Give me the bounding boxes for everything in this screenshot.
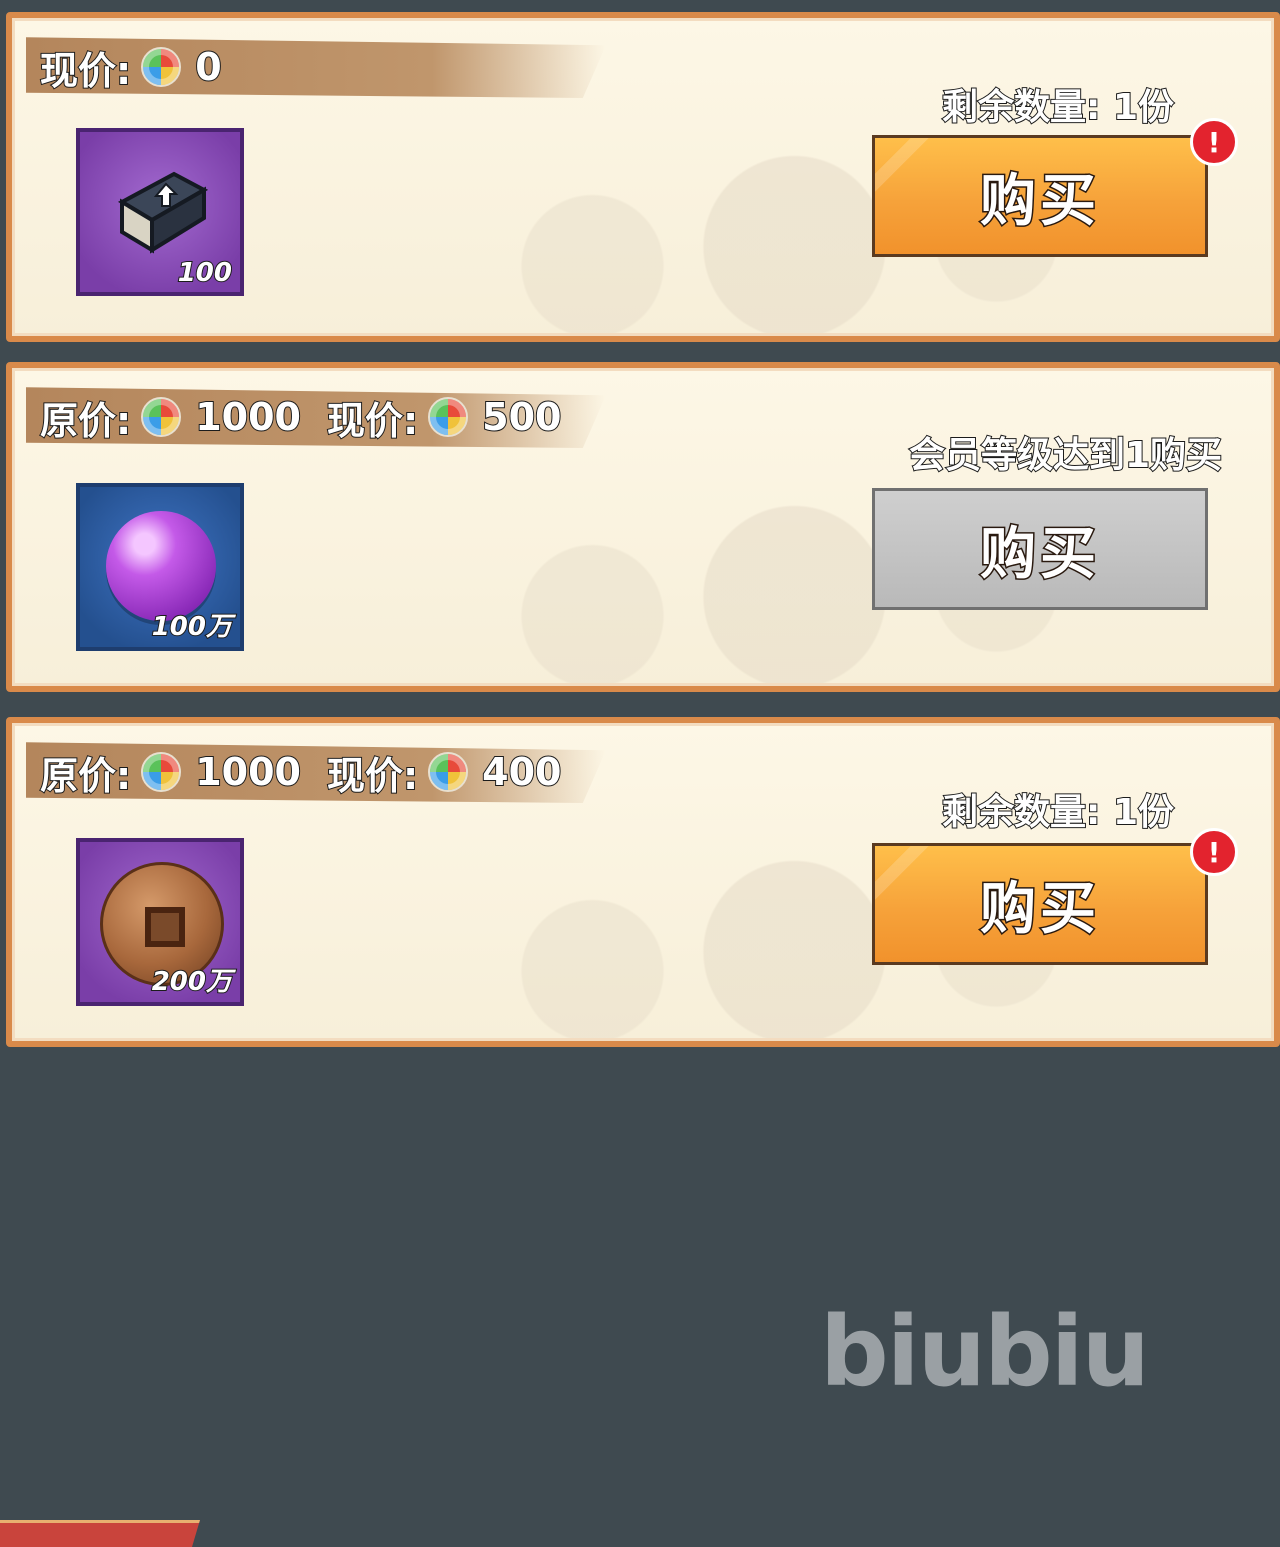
shop-item-card-1: 现价: 0 100 剩余数量: 1份 购买 ! bbox=[6, 12, 1280, 342]
remaining-stock: 剩余数量: 1份 bbox=[941, 791, 1175, 834]
gem-currency-icon bbox=[428, 752, 469, 792]
current-price-label: 现价: bbox=[326, 753, 419, 799]
exp-book-icon bbox=[117, 171, 209, 254]
current-price-value: 500 bbox=[481, 394, 562, 440]
item-quantity: 200万 bbox=[151, 966, 233, 998]
gem-currency-icon bbox=[141, 752, 182, 792]
buy-button[interactable]: 购买 bbox=[872, 135, 1208, 257]
item-slot[interactable]: 200万 bbox=[76, 838, 244, 1006]
shop-item-card-3: 原价: 1000 现价: 400 200万 剩余数量: 1份 购买 ! bbox=[6, 717, 1280, 1047]
gem-currency-icon bbox=[141, 47, 182, 87]
item-quantity: 100 bbox=[177, 257, 233, 289]
item-quantity: 100万 bbox=[151, 611, 233, 643]
purple-orb-icon bbox=[106, 511, 216, 621]
vip-requirement-text: 会员等级达到1购买 bbox=[908, 434, 1223, 477]
original-price-label: 原价: bbox=[39, 398, 132, 444]
price-row: 现价: 0 bbox=[39, 40, 242, 94]
current-price-label: 现价: bbox=[39, 48, 132, 94]
current-price-value: 0 bbox=[194, 44, 222, 90]
price-row: 原价: 1000 现价: 500 bbox=[39, 390, 582, 444]
remaining-stock: 剩余数量: 1份 bbox=[941, 86, 1175, 129]
current-price-label: 现价: bbox=[326, 398, 419, 444]
alert-badge-icon: ! bbox=[1190, 118, 1238, 166]
original-price-label: 原价: bbox=[39, 753, 132, 799]
shop-item-card-2: 原价: 1000 现价: 500 100万 会员等级达到1购买 购买 bbox=[6, 362, 1280, 692]
buy-button[interactable]: 购买 bbox=[872, 843, 1208, 965]
item-slot[interactable]: 100万 bbox=[76, 483, 244, 651]
alert-badge-icon: ! bbox=[1190, 828, 1238, 876]
watermark-logo: biubiu bbox=[820, 1296, 1150, 1408]
original-price-value: 1000 bbox=[194, 749, 302, 795]
original-price-value: 1000 bbox=[194, 394, 302, 440]
item-slot[interactable]: 100 bbox=[76, 128, 244, 296]
corner-ribbon bbox=[0, 1520, 200, 1547]
gem-currency-icon bbox=[428, 397, 469, 437]
price-row: 原价: 1000 现价: 400 bbox=[39, 745, 582, 799]
buy-button-disabled[interactable]: 购买 bbox=[872, 488, 1208, 610]
gem-currency-icon bbox=[141, 397, 182, 437]
current-price-value: 400 bbox=[481, 749, 562, 795]
